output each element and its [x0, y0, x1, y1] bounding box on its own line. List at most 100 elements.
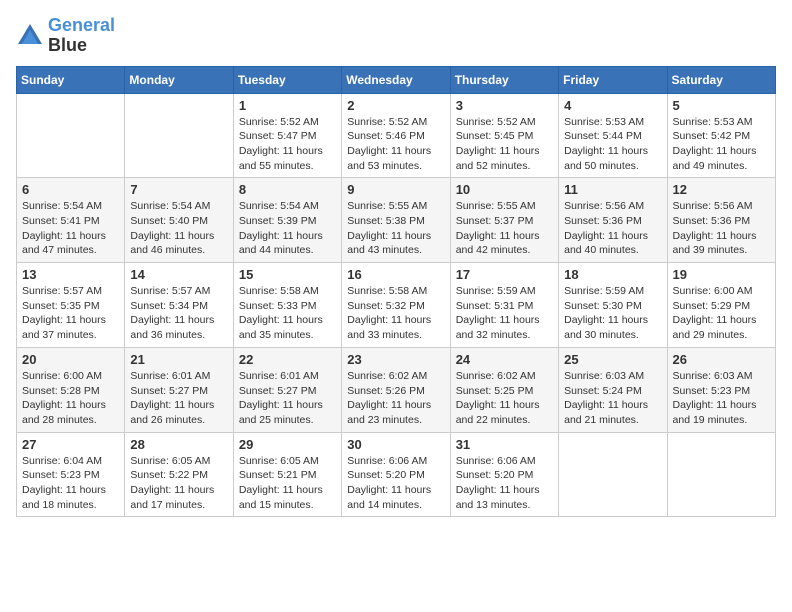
day-detail: Sunrise: 5:52 AM Sunset: 5:46 PM Dayligh… — [347, 115, 444, 174]
day-detail: Sunrise: 6:06 AM Sunset: 5:20 PM Dayligh… — [456, 454, 553, 513]
day-number: 5 — [673, 98, 770, 113]
day-number: 18 — [564, 267, 661, 282]
day-number: 2 — [347, 98, 444, 113]
day-detail: Sunrise: 5:55 AM Sunset: 5:38 PM Dayligh… — [347, 199, 444, 258]
day-detail: Sunrise: 5:56 AM Sunset: 5:36 PM Dayligh… — [564, 199, 661, 258]
logo-text: General Blue — [48, 16, 115, 56]
calendar-cell: 28Sunrise: 6:05 AM Sunset: 5:22 PM Dayli… — [125, 432, 233, 517]
day-detail: Sunrise: 5:59 AM Sunset: 5:30 PM Dayligh… — [564, 284, 661, 343]
calendar-cell: 18 Sunrise: 5:59 AM Sunset: 5:30 PM Dayli… — [559, 263, 667, 348]
day-number: 14 — [130, 267, 227, 282]
day-detail: Sunrise: 5:52 AM Sunset: 5:45 PM Dayligh… — [456, 115, 553, 174]
day-detail: Sunrise: 5:59 AM Sunset: 5:31 PM Dayligh… — [456, 284, 553, 343]
calendar-cell: 21 Sunrise: 6:01 AM Sunset: 5:27 PM Dayli… — [125, 347, 233, 432]
header-day: Monday — [125, 66, 233, 93]
calendar-cell — [667, 432, 775, 517]
day-detail: Sunrise: 5:58 AM Sunset: 5:33 PM Dayligh… — [239, 284, 336, 343]
day-number: 21 — [130, 352, 227, 367]
day-number: 30 — [347, 437, 444, 452]
calendar-cell: 1Sunrise: 5:52 AM Sunset: 5:47 PM Daylig… — [233, 93, 341, 178]
calendar-cell: 22 Sunrise: 6:01 AM Sunset: 5:27 PM Dayli… — [233, 347, 341, 432]
day-number: 3 — [456, 98, 553, 113]
day-detail: Sunrise: 6:03 AM Sunset: 5:23 PM Dayligh… — [673, 369, 770, 428]
day-number: 11 — [564, 182, 661, 197]
calendar-cell: 24 Sunrise: 6:02 AM Sunset: 5:25 PM Dayli… — [450, 347, 558, 432]
day-number: 25 — [564, 352, 661, 367]
day-number: 15 — [239, 267, 336, 282]
day-detail: Sunrise: 6:00 AM Sunset: 5:28 PM Dayligh… — [22, 369, 119, 428]
day-number: 13 — [22, 267, 119, 282]
calendar-week-row: 6 Sunrise: 5:54 AM Sunset: 5:41 PM Daylig… — [17, 178, 776, 263]
day-number: 12 — [673, 182, 770, 197]
day-detail: Sunrise: 5:58 AM Sunset: 5:32 PM Dayligh… — [347, 284, 444, 343]
day-detail: Sunrise: 6:02 AM Sunset: 5:26 PM Dayligh… — [347, 369, 444, 428]
calendar-cell: 2 Sunrise: 5:52 AM Sunset: 5:46 PM Daylig… — [342, 93, 450, 178]
logo-icon — [16, 22, 44, 50]
calendar-cell: 12 Sunrise: 5:56 AM Sunset: 5:36 PM Dayli… — [667, 178, 775, 263]
header-day: Friday — [559, 66, 667, 93]
calendar-cell: 15 Sunrise: 5:58 AM Sunset: 5:33 PM Dayli… — [233, 263, 341, 348]
day-detail: Sunrise: 6:05 AM Sunset: 5:21 PM Dayligh… — [239, 454, 336, 513]
calendar-cell: 31Sunrise: 6:06 AM Sunset: 5:20 PM Dayli… — [450, 432, 558, 517]
day-number: 10 — [456, 182, 553, 197]
day-number: 20 — [22, 352, 119, 367]
day-number: 23 — [347, 352, 444, 367]
page-header: General Blue — [16, 16, 776, 56]
calendar-cell: 27Sunrise: 6:04 AM Sunset: 5:23 PM Dayli… — [17, 432, 125, 517]
calendar-cell: 7 Sunrise: 5:54 AM Sunset: 5:40 PM Daylig… — [125, 178, 233, 263]
day-number: 7 — [130, 182, 227, 197]
calendar-cell: 30Sunrise: 6:06 AM Sunset: 5:20 PM Dayli… — [342, 432, 450, 517]
day-detail: Sunrise: 6:03 AM Sunset: 5:24 PM Dayligh… — [564, 369, 661, 428]
day-number: 8 — [239, 182, 336, 197]
calendar-cell: 5 Sunrise: 5:53 AM Sunset: 5:42 PM Daylig… — [667, 93, 775, 178]
day-number: 17 — [456, 267, 553, 282]
calendar-cell: 9Sunrise: 5:55 AM Sunset: 5:38 PM Daylig… — [342, 178, 450, 263]
calendar-cell: 19 Sunrise: 6:00 AM Sunset: 5:29 PM Dayli… — [667, 263, 775, 348]
day-number: 28 — [130, 437, 227, 452]
day-number: 19 — [673, 267, 770, 282]
header-day: Thursday — [450, 66, 558, 93]
calendar-cell: 10 Sunrise: 5:55 AM Sunset: 5:37 PM Dayli… — [450, 178, 558, 263]
day-number: 4 — [564, 98, 661, 113]
day-detail: Sunrise: 6:00 AM Sunset: 5:29 PM Dayligh… — [673, 284, 770, 343]
day-detail: Sunrise: 6:02 AM Sunset: 5:25 PM Dayligh… — [456, 369, 553, 428]
calendar-week-row: 27Sunrise: 6:04 AM Sunset: 5:23 PM Dayli… — [17, 432, 776, 517]
day-detail: Sunrise: 6:01 AM Sunset: 5:27 PM Dayligh… — [130, 369, 227, 428]
calendar-cell: 8 Sunrise: 5:54 AM Sunset: 5:39 PM Daylig… — [233, 178, 341, 263]
day-detail: Sunrise: 5:56 AM Sunset: 5:36 PM Dayligh… — [673, 199, 770, 258]
day-detail: Sunrise: 5:57 AM Sunset: 5:34 PM Dayligh… — [130, 284, 227, 343]
calendar-cell: 4 Sunrise: 5:53 AM Sunset: 5:44 PM Daylig… — [559, 93, 667, 178]
day-detail: Sunrise: 6:01 AM Sunset: 5:27 PM Dayligh… — [239, 369, 336, 428]
calendar-cell: 6 Sunrise: 5:54 AM Sunset: 5:41 PM Daylig… — [17, 178, 125, 263]
day-number: 6 — [22, 182, 119, 197]
day-number: 26 — [673, 352, 770, 367]
calendar-cell: 26 Sunrise: 6:03 AM Sunset: 5:23 PM Dayli… — [667, 347, 775, 432]
calendar-cell: 29Sunrise: 6:05 AM Sunset: 5:21 PM Dayli… — [233, 432, 341, 517]
calendar-cell: 17 Sunrise: 5:59 AM Sunset: 5:31 PM Dayli… — [450, 263, 558, 348]
day-detail: Sunrise: 5:54 AM Sunset: 5:41 PM Dayligh… — [22, 199, 119, 258]
day-number: 16 — [347, 267, 444, 282]
calendar-cell: 11 Sunrise: 5:56 AM Sunset: 5:36 PM Dayli… — [559, 178, 667, 263]
calendar-cell: 25 Sunrise: 6:03 AM Sunset: 5:24 PM Dayli… — [559, 347, 667, 432]
day-detail: Sunrise: 5:54 AM Sunset: 5:39 PM Dayligh… — [239, 199, 336, 258]
day-detail: Sunrise: 5:54 AM Sunset: 5:40 PM Dayligh… — [130, 199, 227, 258]
header-day: Tuesday — [233, 66, 341, 93]
calendar-table: SundayMondayTuesdayWednesdayThursdayFrid… — [16, 66, 776, 518]
calendar-cell: 13Sunrise: 5:57 AM Sunset: 5:35 PM Dayli… — [17, 263, 125, 348]
header-day: Sunday — [17, 66, 125, 93]
day-number: 24 — [456, 352, 553, 367]
day-number: 22 — [239, 352, 336, 367]
calendar-cell — [559, 432, 667, 517]
calendar-cell: 3 Sunrise: 5:52 AM Sunset: 5:45 PM Daylig… — [450, 93, 558, 178]
calendar-cell — [125, 93, 233, 178]
calendar-cell: 23 Sunrise: 6:02 AM Sunset: 5:26 PM Dayli… — [342, 347, 450, 432]
day-detail: Sunrise: 5:55 AM Sunset: 5:37 PM Dayligh… — [456, 199, 553, 258]
day-detail: Sunrise: 5:52 AM Sunset: 5:47 PM Dayligh… — [239, 115, 336, 174]
calendar-cell: 16 Sunrise: 5:58 AM Sunset: 5:32 PM Dayli… — [342, 263, 450, 348]
day-detail: Sunrise: 5:53 AM Sunset: 5:44 PM Dayligh… — [564, 115, 661, 174]
calendar-week-row: 20 Sunrise: 6:00 AM Sunset: 5:28 PM Dayli… — [17, 347, 776, 432]
day-detail: Sunrise: 6:04 AM Sunset: 5:23 PM Dayligh… — [22, 454, 119, 513]
header-day: Wednesday — [342, 66, 450, 93]
day-detail: Sunrise: 5:53 AM Sunset: 5:42 PM Dayligh… — [673, 115, 770, 174]
calendar-week-row: 1Sunrise: 5:52 AM Sunset: 5:47 PM Daylig… — [17, 93, 776, 178]
